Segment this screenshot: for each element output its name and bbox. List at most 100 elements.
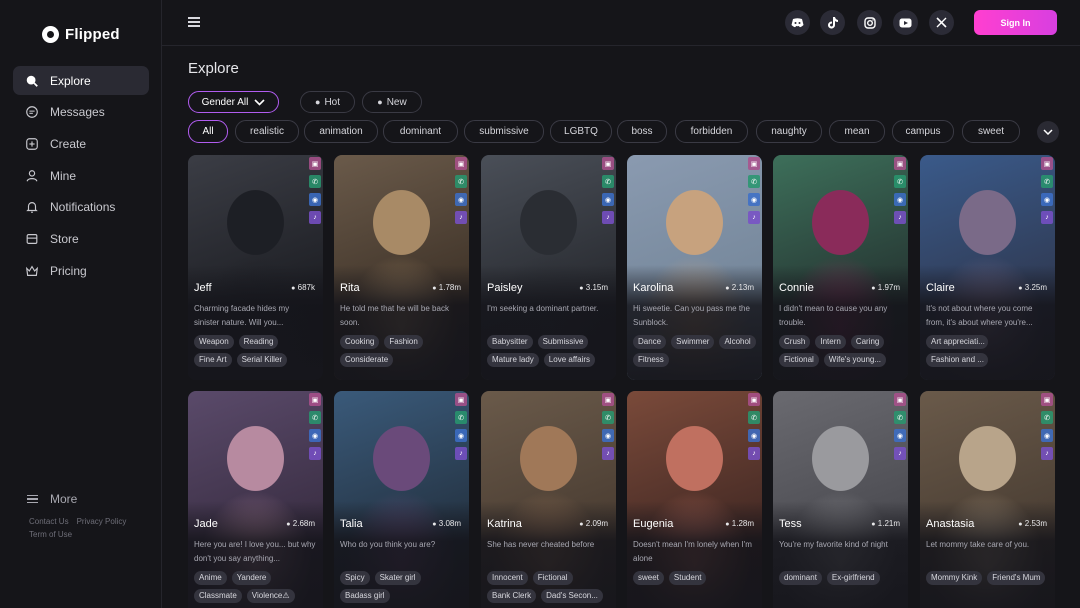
character-tag[interactable]: Dance <box>633 335 667 349</box>
terms-link[interactable]: Term of Use <box>29 530 72 539</box>
youtube-icon[interactable] <box>893 10 918 35</box>
character-tag[interactable]: Considerate <box>340 353 394 367</box>
card-feature-icons: ▣ ✆ ◉ ♪ <box>309 393 321 465</box>
character-tag[interactable]: Crush <box>779 335 811 349</box>
category-tab-boss[interactable]: boss <box>617 120 667 143</box>
sidebar-item-label: Mine <box>50 168 77 183</box>
character-tag[interactable]: Fashion and ... <box>926 353 988 367</box>
character-tag[interactable]: Weapon <box>194 335 234 349</box>
character-card[interactable]: ▣ ✆ ◉ ♪ Connie ● 1.97m I didn't mean to cause … <box>773 155 908 380</box>
character-card[interactable]: ▣ ✆ ◉ ♪ Anastasia ● 2.53m Let mommy take care … <box>920 391 1055 608</box>
category-tab-mean[interactable]: mean <box>829 120 885 143</box>
character-tag[interactable]: Mommy Kink <box>926 571 983 585</box>
phone-icon: ✆ <box>748 175 760 188</box>
character-card[interactable]: ▣ ✆ ◉ ♪ Rita ● 1.78m He told me that he will b… <box>334 155 469 380</box>
sidebar-item-pricing[interactable]: Pricing <box>13 256 149 285</box>
character-tag[interactable]: Anime <box>194 571 227 585</box>
contact-link[interactable]: Contact Us <box>29 517 69 526</box>
character-tag[interactable]: Violence⚠ <box>246 589 295 603</box>
character-tag[interactable]: Love affairs <box>543 353 596 367</box>
category-tab-all[interactable]: All <box>188 120 228 143</box>
category-tab-realistic[interactable]: realistic <box>235 120 299 143</box>
sidebar-item-mine[interactable]: Mine <box>13 161 149 190</box>
category-tab-animation[interactable]: animation <box>304 120 378 143</box>
more-menu[interactable]: More <box>27 492 77 506</box>
chat-count-value: 1.28m <box>731 519 754 528</box>
character-card[interactable]: ▣ ✆ ◉ ♪ Jeff ● 687k Charming facade hides my s… <box>188 155 323 380</box>
character-card[interactable]: ▣ ✆ ◉ ♪ Paisley ● 3.15m I'm seeking a dominant… <box>481 155 616 380</box>
character-tag[interactable]: Badass girl <box>340 589 390 603</box>
character-tag[interactable]: Submissive <box>537 335 589 349</box>
tiktok-icon[interactable] <box>820 10 845 35</box>
character-card[interactable]: ▣ ✆ ◉ ♪ Jade ● 2.68m Here you are! I love you.… <box>188 391 323 608</box>
character-name: Karolina <box>633 282 674 294</box>
character-tag[interactable]: Reading <box>238 335 279 349</box>
character-tag[interactable]: Classmate <box>194 589 242 603</box>
character-tag[interactable]: Cooking <box>340 335 380 349</box>
character-card[interactable]: ▣ ✆ ◉ ♪ Karolina ● 2.13m Hi sweetie. Can you p… <box>627 155 762 380</box>
instagram-icon[interactable] <box>857 10 882 35</box>
chat-bubble-icon: ● <box>725 521 730 528</box>
character-tag[interactable]: Student <box>668 571 707 585</box>
sidebar-item-messages[interactable]: Messages <box>13 98 149 127</box>
category-tab-lgbtq[interactable]: LGBTQ <box>550 120 612 143</box>
chat-bubble-icon: ● <box>871 285 876 292</box>
character-tag[interactable]: Fitness <box>633 353 669 367</box>
hot-filter-button[interactable]: ● Hot <box>300 91 355 113</box>
character-tag[interactable]: Ex-girlfriend <box>826 571 880 585</box>
character-tag[interactable]: Innocent <box>487 571 528 585</box>
character-description: Let mommy take care of you. <box>926 540 1030 549</box>
character-tag[interactable]: Serial Killer <box>236 353 288 367</box>
sidebar-item-notifications[interactable]: Notifications <box>13 193 149 222</box>
character-card[interactable]: ▣ ✆ ◉ ♪ Eugenia ● 1.28m Doesn't mean I'm lonel… <box>627 391 762 608</box>
character-tag[interactable]: Fine Art <box>194 353 232 367</box>
microphone-icon: ♪ <box>748 211 760 224</box>
character-tag[interactable]: Fictional <box>532 571 573 585</box>
character-tag[interactable]: dominant <box>779 571 822 585</box>
privacy-link[interactable]: Privacy Policy <box>77 517 127 526</box>
character-tag[interactable]: Bank Clerk <box>487 589 537 603</box>
character-tag[interactable]: Spicy <box>340 571 370 585</box>
gender-filter-dropdown[interactable]: Gender All <box>188 91 279 113</box>
character-tag[interactable]: Caring <box>850 335 885 349</box>
hamburger-menu-icon[interactable] <box>188 17 200 27</box>
character-tag[interactable]: Mature lady <box>487 353 539 367</box>
camera-icon: ◉ <box>1041 429 1053 442</box>
sidebar-item-create[interactable]: Create <box>13 129 149 158</box>
sign-in-button[interactable]: Sign In <box>974 10 1057 35</box>
category-tab-campus[interactable]: campus <box>892 120 954 143</box>
app-logo[interactable]: Flipped <box>42 26 120 43</box>
character-tag[interactable]: Skater girl <box>374 571 421 585</box>
character-tag[interactable]: Intern <box>815 335 846 349</box>
category-tab-naughty[interactable]: naughty <box>756 120 822 143</box>
sidebar-item-store[interactable]: Store <box>13 224 149 253</box>
new-filter-button[interactable]: ● New <box>362 91 422 113</box>
character-tag[interactable]: sweet <box>633 571 664 585</box>
character-card[interactable]: ▣ ✆ ◉ ♪ Claire ● 3.25m It's not about where yo… <box>920 155 1055 380</box>
category-tab-submissive[interactable]: submissive <box>464 120 544 143</box>
character-card[interactable]: ▣ ✆ ◉ ♪ Katrina ● 2.09m She has never cheated … <box>481 391 616 608</box>
character-tag[interactable]: Dad's Secon... <box>541 589 603 603</box>
character-tag[interactable]: Swimmer <box>671 335 715 349</box>
character-tag[interactable]: Fashion <box>384 335 423 349</box>
character-tag[interactable]: Fictional <box>779 353 819 367</box>
character-tag[interactable]: Friend's Mum <box>987 571 1046 585</box>
card-feature-icons: ▣ ✆ ◉ ♪ <box>1041 393 1053 465</box>
x-icon[interactable] <box>929 10 954 35</box>
category-tab-sweet[interactable]: sweet <box>962 120 1020 143</box>
character-card[interactable]: ▣ ✆ ◉ ♪ Tess ● 1.21m You're my favorite kind o… <box>773 391 908 608</box>
character-tag[interactable]: Babysitter <box>487 335 533 349</box>
character-tag[interactable]: Yandere <box>231 571 272 585</box>
chat-bubble-icon: ● <box>432 521 437 528</box>
character-tag[interactable]: Art appreciati... <box>926 335 988 349</box>
sidebar-item-explore[interactable]: Explore <box>13 66 149 95</box>
character-description: Doesn't mean I'm lonely when I'm alone <box>633 540 752 563</box>
category-tab-dominant[interactable]: dominant <box>383 120 458 143</box>
character-tag[interactable]: Wife's young... <box>823 353 886 367</box>
hot-filter-label: Hot <box>324 96 340 108</box>
expand-categories-button[interactable] <box>1037 121 1059 143</box>
character-card[interactable]: ▣ ✆ ◉ ♪ Talia ● 3.08m Who do you think you are… <box>334 391 469 608</box>
discord-icon[interactable] <box>785 10 810 35</box>
character-tag[interactable]: Alcohol <box>719 335 756 349</box>
category-tab-forbidden[interactable]: forbidden <box>675 120 748 143</box>
